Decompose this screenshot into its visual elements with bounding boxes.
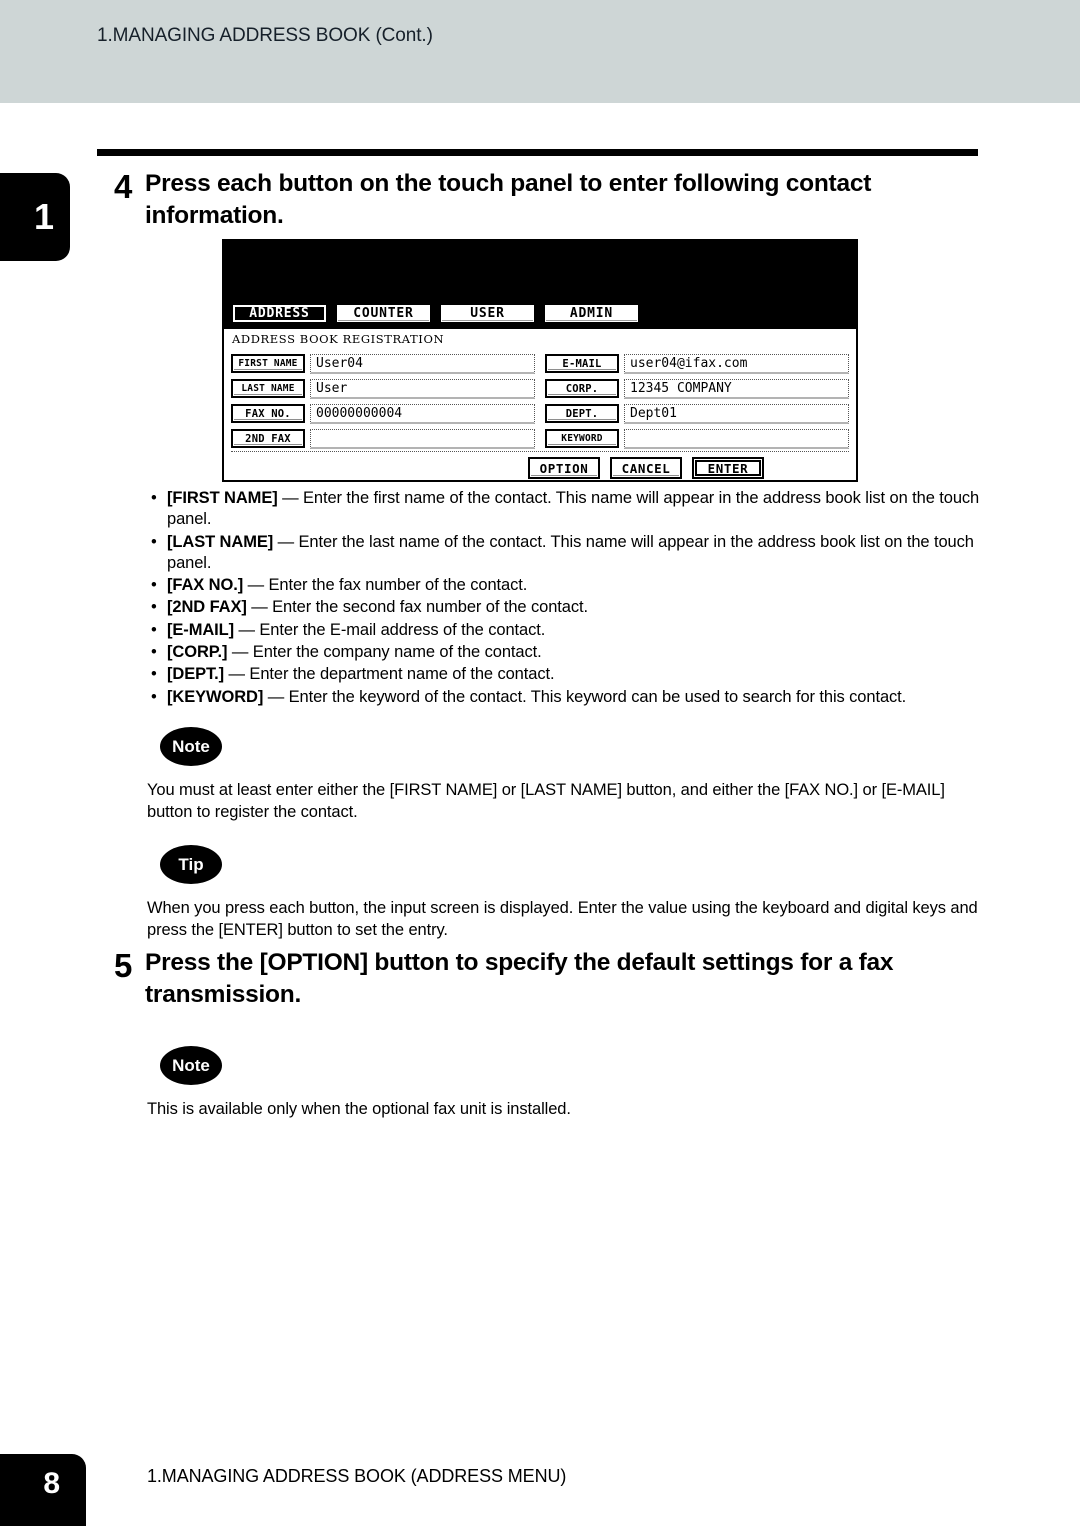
bullet-marker-icon: • — [151, 687, 157, 706]
email-button[interactable]: E-MAIL — [545, 354, 619, 373]
field-row-fax-no: FAX NO. 00000000004 — [231, 401, 535, 426]
first-name-value[interactable]: User04 — [310, 353, 535, 374]
footer-page-tab: 8 — [0, 1454, 86, 1526]
panel-divider — [231, 451, 849, 452]
footer-section-title: 1.MANAGING ADDRESS BOOK (ADDRESS MENU) — [147, 1466, 567, 1486]
second-fax-button[interactable]: 2ND FAX — [231, 429, 305, 448]
last-name-value[interactable]: User — [310, 378, 535, 399]
field-description-list: • [FIRST NAME] — Enter the first name of … — [147, 488, 987, 709]
enter-button[interactable]: ENTER — [692, 457, 764, 479]
field-row-email: E-MAIL user04@ifax.com — [545, 351, 849, 376]
panel-body: ADDRESS BOOK REGISTRATION FIRST NAME Use… — [224, 329, 856, 480]
fax-no-button[interactable]: FAX NO. — [231, 404, 305, 423]
list-item-term: [CORP.] — [167, 642, 228, 661]
field-row-last-name: LAST NAME User — [231, 376, 535, 401]
bullet-marker-icon: • — [151, 620, 157, 639]
step-4-rule — [97, 149, 978, 156]
list-item-term: [LAST NAME] — [167, 532, 274, 551]
step-4: 4 Press each button on the touch panel t… — [97, 168, 997, 233]
list-item: • [DEPT.] — Enter the department name of … — [147, 664, 987, 685]
list-item-term: [KEYWORD] — [167, 687, 264, 706]
list-item: • [FAX NO.] — Enter the fax number of the… — [147, 575, 987, 596]
last-name-button[interactable]: LAST NAME — [231, 379, 305, 398]
panel-tab-counter[interactable]: COUNTER — [335, 303, 432, 324]
cancel-button[interactable]: CANCEL — [610, 457, 682, 479]
step-4-number: 4 — [114, 168, 133, 205]
page-number: 8 — [43, 1467, 60, 1500]
list-item: • [CORP.] — Enter the company name of the… — [147, 642, 987, 663]
step-4-heading: Press each button on the touch panel to … — [145, 170, 872, 230]
list-item: • [LAST NAME] — Enter the last name of th… — [147, 532, 987, 575]
list-item-desc: — Enter the second fax number of the con… — [246, 598, 588, 617]
list-item-desc: — Enter the E-mail address of the contac… — [234, 620, 546, 639]
panel-tab-bar: ADDRESS COUNTER USER ADMIN — [231, 303, 640, 324]
list-item-desc: — Enter the keyword of the contact. This… — [263, 687, 907, 706]
list-item-term: [DEPT.] — [167, 665, 225, 684]
list-item: • [FIRST NAME] — Enter the first name of … — [147, 488, 987, 531]
panel-tab-admin[interactable]: ADMIN — [543, 303, 640, 324]
dept-value[interactable]: Dept01 — [624, 403, 849, 424]
dept-button[interactable]: DEPT. — [545, 404, 619, 423]
bullet-marker-icon: • — [151, 642, 157, 661]
list-item-term: [FIRST NAME] — [167, 489, 278, 507]
note-callout-1-body: You must at least enter either the [FIRS… — [147, 781, 945, 821]
chapter-thumb-tab: 1 — [0, 173, 70, 261]
chapter-number: 1 — [33, 196, 54, 237]
note-callout-1: Note You must at least enter either the … — [147, 727, 987, 824]
list-item-desc: — Enter the fax number of the contact. — [243, 576, 528, 595]
field-row-2nd-fax: 2ND FAX — [231, 426, 535, 451]
field-row-first-name: FIRST NAME User04 — [231, 351, 535, 376]
panel-action-bar: OPTION CANCEL ENTER — [528, 457, 764, 479]
list-item-term: [2ND FAX] — [167, 598, 247, 617]
tip-callout-body: When you press each button, the input sc… — [147, 899, 978, 939]
tip-badge-icon: Tip — [160, 845, 222, 884]
list-item-desc: — Enter the last name of the contact. Th… — [167, 532, 974, 572]
list-item-desc: — Enter the department name of the conta… — [224, 665, 555, 684]
field-row-corp: CORP. 12345 COMPANY — [545, 376, 849, 401]
panel-tab-address[interactable]: ADDRESS — [231, 303, 328, 324]
first-name-button[interactable]: FIRST NAME — [231, 354, 305, 373]
page-header: 1.MANAGING ADDRESS BOOK (Cont.) — [0, 0, 1080, 103]
touch-panel-figure: ADDRESS COUNTER USER ADMIN ADDRESS BOOK … — [222, 239, 858, 482]
note-callout-2: Note This is available only when the opt… — [147, 1046, 987, 1121]
bullet-marker-icon: • — [151, 576, 157, 595]
fax-no-value[interactable]: 00000000004 — [310, 403, 535, 424]
list-item-term: [E-MAIL] — [167, 620, 235, 639]
bullet-marker-icon: • — [151, 532, 157, 551]
panel-screen-title: ADDRESS BOOK REGISTRATION — [232, 332, 445, 346]
second-fax-value[interactable] — [310, 428, 535, 449]
bullet-marker-icon: • — [151, 598, 157, 617]
note-badge-icon: Note — [160, 727, 222, 766]
corp-button[interactable]: CORP. — [545, 379, 619, 398]
field-row-dept: DEPT. Dept01 — [545, 401, 849, 426]
list-item-desc: — Enter the company name of the contact. — [227, 642, 542, 661]
step-5-number: 5 — [114, 947, 133, 984]
note-callout-2-body: This is available only when the optional… — [147, 1100, 571, 1118]
email-value[interactable]: user04@ifax.com — [624, 353, 849, 374]
panel-form-right-column: E-MAIL user04@ifax.com CORP. 12345 COMPA… — [545, 351, 849, 451]
step-5-heading: Press the [OPTION] button to specify the… — [145, 949, 894, 1009]
panel-form: FIRST NAME User04 LAST NAME User FAX NO.… — [231, 351, 849, 451]
list-item: • [E-MAIL] — Enter the E-mail address of … — [147, 620, 987, 641]
note-badge-icon: Note — [160, 1046, 222, 1085]
keyword-value[interactable] — [624, 428, 849, 449]
bullet-marker-icon: • — [151, 489, 157, 507]
corp-value[interactable]: 12345 COMPANY — [624, 378, 849, 399]
list-item-desc: — Enter the first name of the contact. T… — [167, 489, 980, 529]
bullet-marker-icon: • — [151, 665, 157, 684]
panel-form-left-column: FIRST NAME User04 LAST NAME User FAX NO.… — [231, 351, 535, 451]
list-item: • [KEYWORD] — Enter the keyword of the co… — [147, 687, 987, 708]
list-item: • [2ND FAX] — Enter the second fax number… — [147, 597, 987, 618]
option-button[interactable]: OPTION — [528, 457, 600, 479]
field-row-keyword: KEYWORD — [545, 426, 849, 451]
running-header-title: 1.MANAGING ADDRESS BOOK (Cont.) — [97, 25, 433, 46]
tip-callout: Tip When you press each button, the inpu… — [147, 845, 987, 942]
step-5: 5 Press the [OPTION] button to specify t… — [97, 947, 997, 1012]
list-item-term: [FAX NO.] — [167, 576, 244, 595]
panel-tab-user[interactable]: USER — [439, 303, 536, 324]
keyword-button[interactable]: KEYWORD — [545, 429, 619, 448]
